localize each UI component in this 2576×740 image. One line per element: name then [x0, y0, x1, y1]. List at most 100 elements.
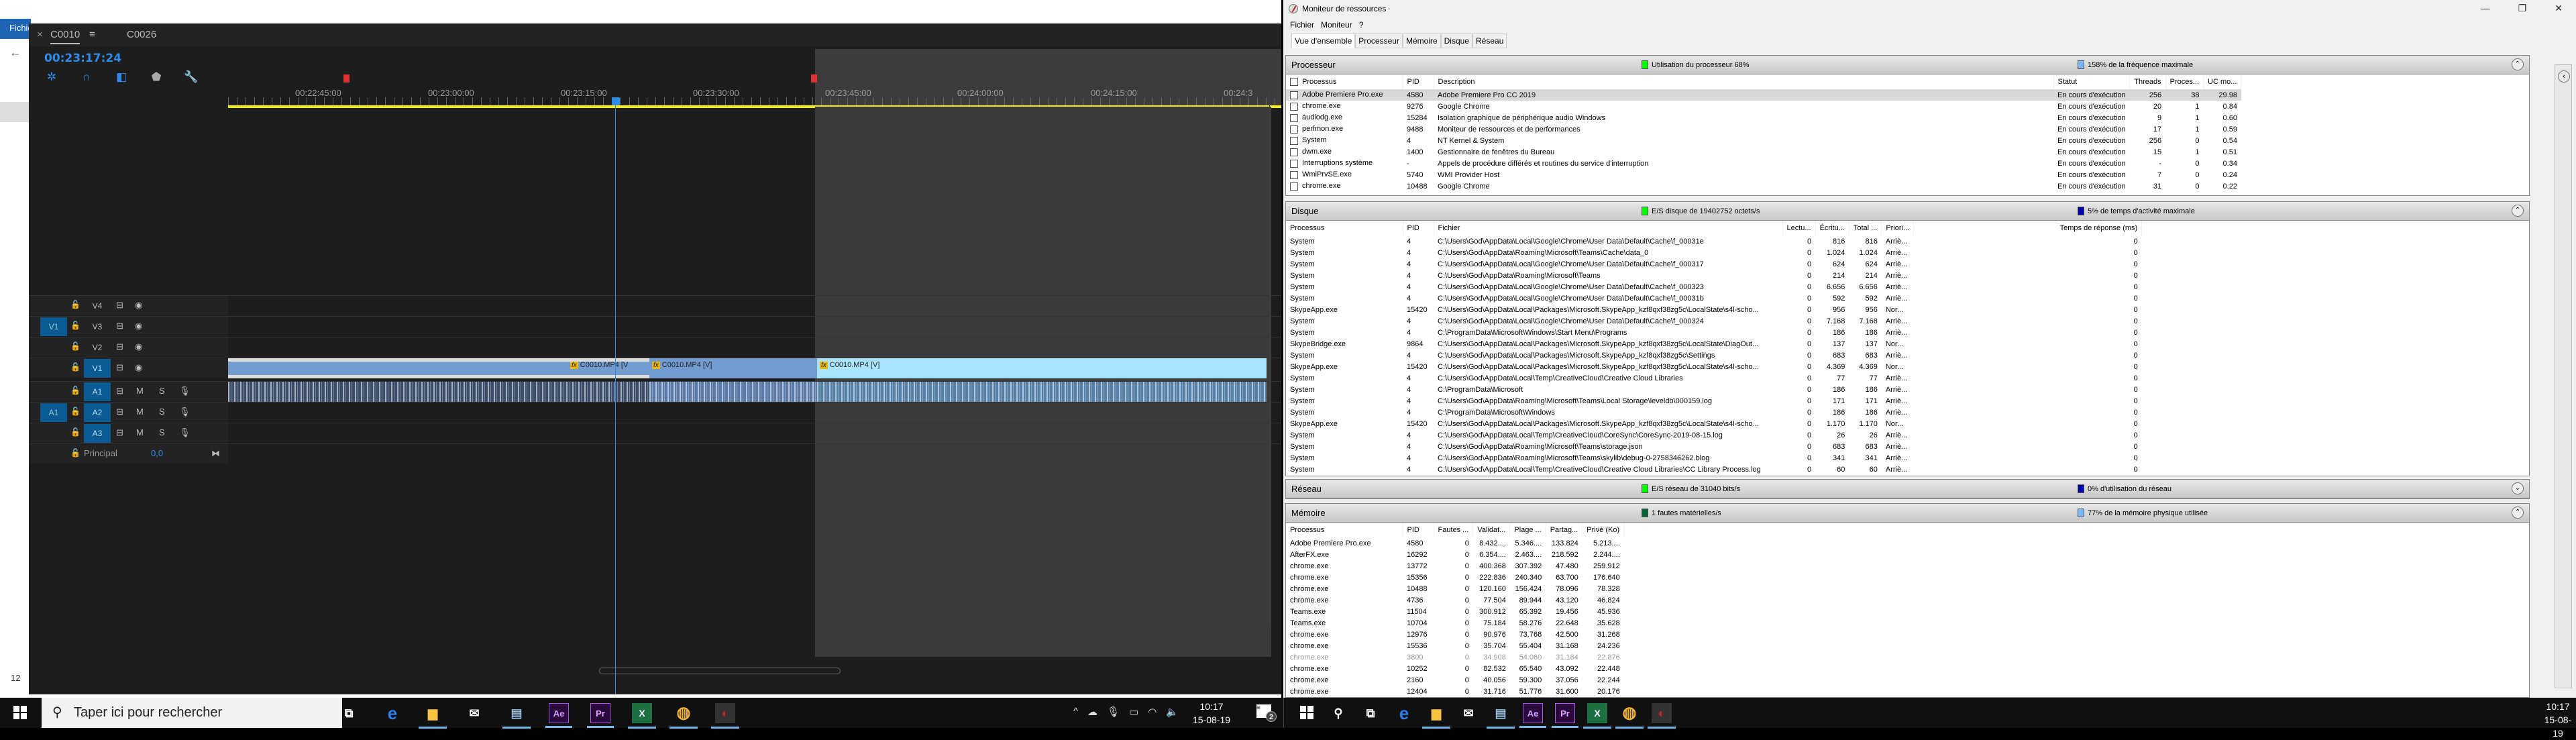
- table-row[interactable]: perfmon.exe 9488 Moniteur de ressources et…: [1286, 123, 2241, 135]
- col-header[interactable]: Total ...: [1849, 221, 1882, 235]
- table-row[interactable]: System 4 NT Kernel & System En cours d'exéc…: [1286, 135, 2241, 146]
- ribbon-file-tab[interactable]: Fichier: [0, 19, 31, 39]
- col-header[interactable]: PID: [1403, 523, 1434, 537]
- close-button[interactable]: ✕: [2555, 3, 2563, 14]
- table-row[interactable]: System 4 C:\Users\God\AppData\Roaming\Micr…: [1286, 270, 2142, 281]
- file-explorer-icon-2[interactable]: ▆: [1422, 703, 1450, 729]
- track-name[interactable]: A1: [84, 382, 111, 401]
- table-row[interactable]: chrome.exe 2160 0 40.056 59.300 37.056 22.244: [1286, 674, 1624, 686]
- table-row[interactable]: chrome.exe 10252 0 82.532 65.540 43.092 22.448: [1286, 663, 1624, 674]
- row-checkbox[interactable]: [1290, 125, 1298, 134]
- mail-icon[interactable]: ✉: [464, 703, 484, 723]
- col-header[interactable]: Fautes ...: [1434, 523, 1474, 537]
- table-row[interactable]: AfterFX.exe 16292 0 6.354.... 2.463.... 218.5…: [1286, 549, 1624, 560]
- mute-button[interactable]: M: [136, 386, 144, 396]
- snap-magnet-icon[interactable]: ∩: [79, 70, 94, 84]
- row-checkbox[interactable]: [1290, 148, 1298, 156]
- sync-lock-icon[interactable]: ⊟: [116, 362, 123, 373]
- table-row[interactable]: Adobe Premiere Pro.exe 4580 0 8.432.... 5.34…: [1286, 537, 1624, 549]
- collapse-icon[interactable]: ⌃: [2512, 58, 2524, 70]
- table-row[interactable]: chrome.exe 15536 0 35.704 55.404 31.168 24.236: [1286, 640, 1624, 651]
- lock-icon[interactable]: 🔓: [70, 341, 80, 351]
- table-row[interactable]: SkypeBridge.exe 9864 C:\Users\God\AppData\…: [1286, 338, 2142, 350]
- source-patch[interactable]: A1: [40, 403, 67, 422]
- vertical-scrollbar[interactable]: [1269, 91, 1276, 627]
- table-row[interactable]: chrome.exe 9276 Google Chrome En cours d'ex…: [1286, 101, 2241, 112]
- mute-button[interactable]: M: [136, 407, 144, 417]
- col-header[interactable]: Écritu...: [1815, 221, 1849, 235]
- track-name[interactable]: V1: [84, 359, 111, 378]
- solo-button[interactable]: S: [159, 386, 165, 396]
- col-header[interactable]: Partag...: [1546, 523, 1583, 537]
- minimize-button[interactable]: —: [2481, 3, 2490, 14]
- col-header[interactable]: Lectu...: [1782, 221, 1816, 235]
- table-row[interactable]: System 4 C:\Users\God\AppData\Local\Google…: [1286, 258, 2142, 270]
- time-ruler[interactable]: 00:22:45:00 00:23:00:00 00:23:15:00 00:2…: [228, 49, 1281, 108]
- table-row[interactable]: System 4 C:\ProgramData\Microsoft 0 186 186 Ar…: [1286, 384, 2142, 395]
- tab-disk[interactable]: Disque: [1440, 34, 1472, 48]
- chrome-icon[interactable]: ◍: [669, 703, 698, 729]
- row-checkbox[interactable]: [1290, 159, 1298, 168]
- col-header[interactable]: Priori...: [1881, 221, 1915, 235]
- sync-lock-icon[interactable]: ⊟: [116, 427, 123, 438]
- video-clip[interactable]: fx C0010.MP4 [V]: [649, 358, 817, 378]
- table-row[interactable]: Teams.exe 10704 0 75.184 58.276 22.648 35.628: [1286, 617, 1624, 629]
- table-row[interactable]: chrome.exe 12404 0 31.716 51.776 31.600 20.176: [1286, 686, 1624, 697]
- microphone-icon[interactable]: 🎙: [179, 386, 191, 397]
- col-header[interactable]: Threads: [2129, 74, 2166, 89]
- table-row[interactable]: System 4 C:\Users\God\AppData\Roaming\Micr…: [1286, 452, 2142, 464]
- sync-lock-icon[interactable]: ⊟: [116, 386, 123, 397]
- edge-icon-2[interactable]: e: [1394, 703, 1414, 723]
- table-row[interactable]: SkypeApp.exe 15420 C:\Users\God\AppData\Lo…: [1286, 418, 2142, 429]
- premiere-pro-icon[interactable]: Pr: [587, 703, 614, 728]
- solo-button[interactable]: S: [159, 427, 165, 437]
- col-header[interactable]: Privé (Ko): [1582, 523, 1625, 537]
- select-all-checkbox[interactable]: [1290, 78, 1298, 87]
- track-name[interactable]: V2: [84, 338, 111, 357]
- col-header[interactable]: Processus: [1286, 523, 1403, 537]
- back-arrow-icon[interactable]: ←: [9, 46, 21, 60]
- tab-overview[interactable]: Vue d'ensemble: [1291, 34, 1356, 48]
- tab-network[interactable]: Réseau: [1472, 34, 1507, 48]
- resource-monitor-icon[interactable]: ▤: [502, 703, 531, 729]
- expand-icon[interactable]: ⧓: [211, 448, 220, 459]
- panel-menu-icon[interactable]: ≡: [89, 29, 95, 40]
- horizontal-scrollbar[interactable]: [599, 668, 841, 674]
- perfmon-icon[interactable]: ◐: [711, 703, 739, 729]
- microphone-icon[interactable]: 🎙: [179, 427, 191, 438]
- clock[interactable]: 10:17 15-08-19: [1193, 700, 1230, 727]
- row-checkbox[interactable]: [1290, 182, 1298, 191]
- after-effects-icon[interactable]: Ae: [545, 703, 572, 728]
- restore-button[interactable]: ❐: [2518, 3, 2527, 14]
- battery-icon[interactable]: ▭: [1129, 706, 1138, 718]
- audio-clip[interactable]: [649, 382, 817, 402]
- col-header[interactable]: Fichier: [1434, 221, 1783, 235]
- row-checkbox[interactable]: [1290, 91, 1298, 99]
- table-row[interactable]: dwm.exe 1400 Gestionnaire de fenêtres du B…: [1286, 146, 2241, 158]
- excel-icon[interactable]: X: [628, 703, 656, 729]
- task-view-icon[interactable]: ⧉: [339, 703, 359, 723]
- eye-icon[interactable]: ◉: [135, 362, 142, 373]
- col-header[interactable]: Temps de réponse (ms): [1913, 221, 2143, 235]
- tab-sequence[interactable]: C0026: [127, 29, 156, 40]
- track-name[interactable]: A3: [84, 424, 111, 443]
- ripple-icon[interactable]: ✲: [44, 70, 59, 84]
- network-header[interactable]: Réseau E/S réseau de 31040 bits/s 0% d'u…: [1286, 480, 2529, 498]
- menu-fichier[interactable]: Fichier: [1290, 20, 1314, 30]
- table-row[interactable]: audiodg.exe 15284 Isolation graphique de p…: [1286, 112, 2241, 123]
- clock-2[interactable]: 10:17 15-08-19: [2540, 700, 2576, 740]
- sync-lock-icon[interactable]: ⊟: [116, 321, 123, 331]
- table-row[interactable]: chrome.exe 15356 0 222.836 240.340 63.700 176.…: [1286, 572, 1624, 583]
- solo-button[interactable]: S: [159, 407, 165, 417]
- audio-clip[interactable]: [228, 382, 649, 402]
- wifi-icon[interactable]: ◠: [1148, 706, 1157, 718]
- col-header[interactable]: Processus: [1302, 78, 1336, 86]
- sync-lock-icon[interactable]: ⊟: [116, 407, 123, 417]
- playhead-handle[interactable]: [612, 97, 620, 105]
- table-row[interactable]: chrome.exe 13772 0 400.368 307.392 47.480 259.…: [1286, 560, 1624, 572]
- table-row[interactable]: System 4 C:\Users\God\AppData\Local\Temp\C…: [1286, 464, 2142, 475]
- marker-icon[interactable]: ⬟: [149, 70, 164, 84]
- disk-header[interactable]: Disque E/S disque de 19402752 octets/s 5…: [1286, 202, 2529, 221]
- microphone-icon[interactable]: 🎙: [179, 407, 191, 417]
- microphone-icon[interactable]: 🎙: [1107, 706, 1120, 718]
